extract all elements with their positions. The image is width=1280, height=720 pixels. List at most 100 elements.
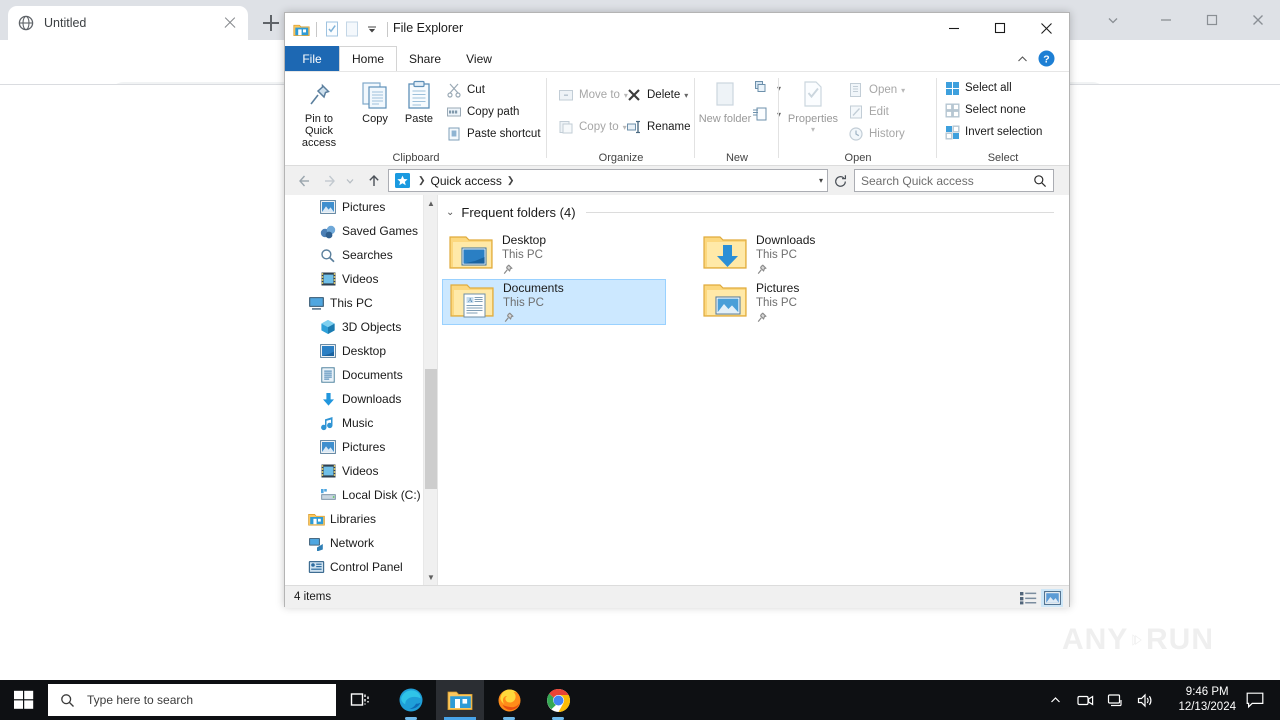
tab-share[interactable]: Share xyxy=(397,46,453,71)
properties-icon[interactable] xyxy=(322,19,342,39)
group-header-frequent-folders[interactable]: ⌄ Frequent folders (4) xyxy=(446,205,1054,220)
forward-arrow-icon[interactable] xyxy=(319,170,341,192)
sidebar-item-music[interactable]: Music xyxy=(285,411,437,435)
large-icons-view-icon[interactable] xyxy=(1041,589,1063,607)
firefox-icon[interactable] xyxy=(485,680,533,720)
new-tab-button[interactable] xyxy=(258,10,284,36)
chevron-down-icon[interactable] xyxy=(1090,0,1136,40)
invert-selection-icon xyxy=(943,123,961,141)
chevron-down-icon-3[interactable]: ▾ xyxy=(684,91,688,100)
browser-maximize-button[interactable] xyxy=(1189,0,1235,40)
group-title: Frequent folders (4) xyxy=(461,205,576,220)
search-icon[interactable] xyxy=(1033,174,1047,188)
chrome-icon[interactable] xyxy=(534,680,582,720)
sidebar-item-libraries[interactable]: Libraries xyxy=(285,507,437,531)
close-button[interactable] xyxy=(1023,13,1069,43)
browser-close-button[interactable] xyxy=(1235,0,1280,40)
sidebar-item-downloads[interactable]: Downloads xyxy=(285,387,437,411)
browser-minimize-button[interactable] xyxy=(1143,0,1189,40)
tab-view[interactable]: View xyxy=(453,46,505,71)
sidebar-item-this-pc[interactable]: This PC xyxy=(285,291,437,315)
breadcrumb-chevron-icon-2[interactable]: ❯ xyxy=(507,175,515,186)
refresh-icon[interactable] xyxy=(830,171,850,191)
tab-file[interactable]: File xyxy=(285,46,339,71)
maximize-button[interactable] xyxy=(977,13,1023,43)
scroll-up-icon[interactable]: ▲ xyxy=(424,195,437,211)
security-camera-icon[interactable] xyxy=(1072,680,1098,720)
easy-access-button[interactable]: ▾ xyxy=(751,104,781,124)
pictures-icon xyxy=(319,438,337,456)
pin-to-quick-access-button[interactable]: Pin to Quick access xyxy=(291,76,347,149)
tab-home[interactable]: Home xyxy=(339,46,397,71)
sidebar-item-pictures[interactable]: Pictures xyxy=(285,195,437,219)
scroll-down-icon[interactable]: ▼ xyxy=(424,569,437,585)
chevron-down-icon[interactable]: ⌄ xyxy=(446,207,454,218)
properties-button[interactable]: Properties ▾ xyxy=(785,76,841,134)
new-folder-icon[interactable] xyxy=(342,19,362,39)
browser-tab[interactable]: Untitled xyxy=(8,6,248,40)
customize-dropdown-icon[interactable] xyxy=(362,19,382,39)
volume-icon[interactable] xyxy=(1132,680,1158,720)
sidebar-item-saved-games[interactable]: Saved Games xyxy=(285,219,437,243)
delete-button[interactable]: Delete ▾ xyxy=(625,85,688,105)
globe-icon xyxy=(18,15,34,31)
paste-button[interactable]: Paste xyxy=(391,76,447,125)
recent-locations-chevron-icon[interactable] xyxy=(343,170,357,192)
windows-start-icon[interactable] xyxy=(0,680,48,720)
copy-path-button[interactable]: Copy path xyxy=(445,102,519,122)
sidebar-item-local-disk-c[interactable]: Local Disk (C:) xyxy=(285,483,437,507)
edit-button[interactable]: Edit xyxy=(847,102,889,122)
task-view-icon[interactable] xyxy=(336,680,384,720)
rename-button[interactable]: Rename xyxy=(625,117,690,137)
minimize-button[interactable] xyxy=(931,13,977,43)
search-icon xyxy=(60,693,75,708)
chevron-up-icon[interactable] xyxy=(1016,48,1029,69)
sidebar-item-videos[interactable]: Videos xyxy=(285,459,437,483)
sidebar-item-network[interactable]: Network xyxy=(285,531,437,555)
new-item-button[interactable]: ▾ xyxy=(751,78,781,98)
search-input[interactable]: Search Quick access xyxy=(854,169,1054,192)
navigation-scrollbar[interactable]: ▲ ▼ xyxy=(423,195,437,585)
close-icon[interactable] xyxy=(222,15,238,31)
history-button[interactable]: History xyxy=(847,124,905,144)
file-explorer-icon[interactable] xyxy=(436,680,484,720)
copy-to-button[interactable]: Copy to ▾ xyxy=(557,117,627,137)
action-center-icon[interactable] xyxy=(1236,680,1274,720)
taskbar-clock[interactable]: 9:46 PM 12/13/2024 xyxy=(1178,680,1236,720)
sidebar-item-pictures[interactable]: Pictures xyxy=(285,435,437,459)
up-arrow-icon[interactable] xyxy=(363,170,385,192)
select-all-button[interactable]: Select all xyxy=(943,78,1012,98)
sidebar-item-desktop[interactable]: Desktop xyxy=(285,339,437,363)
new-folder-button[interactable]: New folder xyxy=(697,76,753,125)
move-to-button[interactable]: Move to ▾ xyxy=(557,85,628,105)
back-arrow-icon[interactable] xyxy=(293,170,315,192)
details-view-icon[interactable] xyxy=(1017,589,1039,607)
paste-shortcut-button[interactable]: Paste shortcut xyxy=(445,124,541,144)
cut-button[interactable]: Cut xyxy=(445,80,485,100)
taskbar-search-box[interactable]: Type here to search xyxy=(48,684,336,716)
sidebar-item-videos[interactable]: Videos xyxy=(285,267,437,291)
folder-tile-desktop[interactable]: Desktop This PC xyxy=(442,231,666,277)
breadcrumb-path-bar[interactable]: ❯ Quick access ❯ ▾ xyxy=(388,169,828,192)
help-circle-icon[interactable]: ? xyxy=(1038,48,1055,69)
paste-shortcut-icon xyxy=(445,125,463,143)
open-button[interactable]: Open ▾ xyxy=(847,80,905,100)
scrollbar-thumb[interactable] xyxy=(425,369,437,489)
folder-icon[interactable] xyxy=(291,19,311,39)
sidebar-item-control-panel[interactable]: Control Panel xyxy=(285,555,437,579)
select-none-button[interactable]: Select none xyxy=(943,100,1026,120)
sidebar-item-documents[interactable]: Documents xyxy=(285,363,437,387)
folder-tile-pictures[interactable]: Pictures This PC xyxy=(696,279,920,325)
edge-icon[interactable] xyxy=(387,680,435,720)
folder-tile-downloads[interactable]: Downloads This PC xyxy=(696,231,920,277)
path-dropdown-icon[interactable]: ▾ xyxy=(819,176,823,185)
show-hidden-icons-chevron[interactable] xyxy=(1042,680,1068,720)
local-disk-icon xyxy=(319,486,337,504)
network-icon[interactable] xyxy=(1102,680,1128,720)
invert-selection-button[interactable]: Invert selection xyxy=(943,122,1042,142)
breadcrumb-quick-access[interactable]: Quick access xyxy=(431,174,502,188)
sidebar-item-3d-objects[interactable]: 3D Objects xyxy=(285,315,437,339)
delete-x-icon xyxy=(625,86,643,104)
folder-tile-documents[interactable]: A Documents This PC xyxy=(442,279,666,325)
sidebar-item-searches[interactable]: Searches xyxy=(285,243,437,267)
